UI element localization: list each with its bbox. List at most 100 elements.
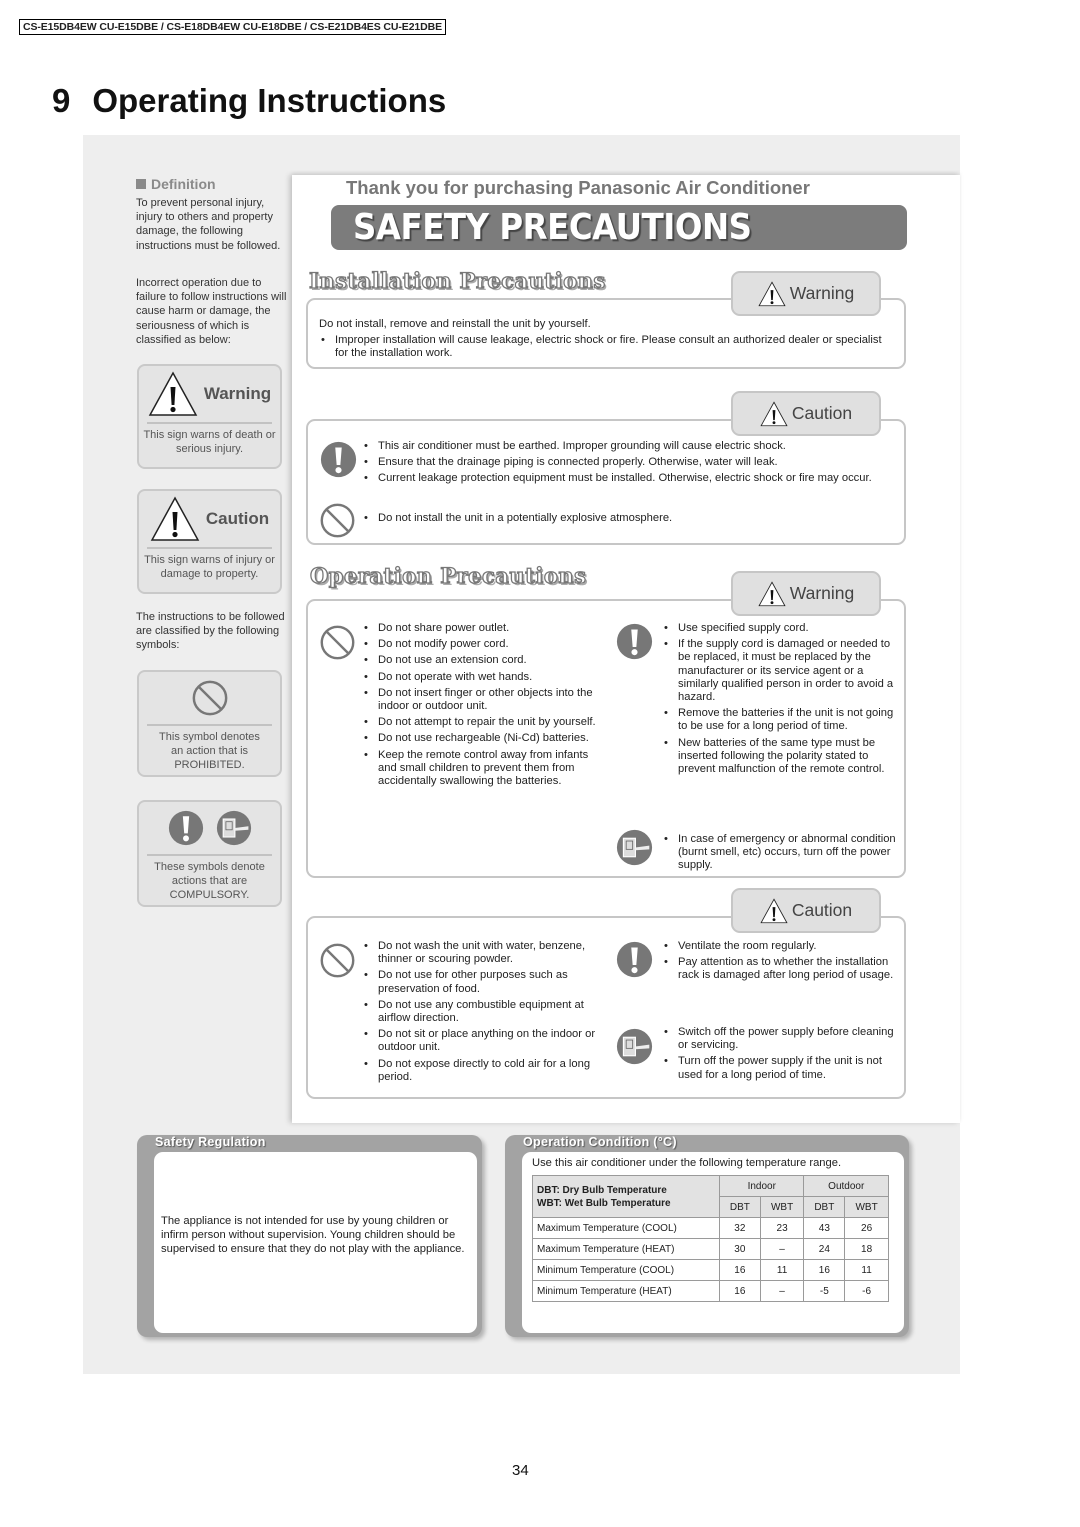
desc-line: PROHIBITED.: [174, 759, 245, 771]
compulsory-exclamation-icon: [320, 441, 357, 478]
table-legend-cell: DBT: Dry Bulb Temperature WBT: Wet Bulb …: [532, 1175, 720, 1218]
definition-heading-text: Definition: [151, 176, 216, 192]
row-label: Maximum Temperature (COOL): [532, 1217, 720, 1239]
page-title: 9 Operating Instructions: [52, 82, 446, 120]
installation-warning-tab: Warning: [731, 271, 881, 316]
cell: –: [759, 1280, 805, 1302]
table-row: Maximum Temperature (HEAT) 30 – 24 18: [532, 1238, 889, 1260]
tab-label: Caution: [791, 403, 853, 423]
desc-line: an action that is: [170, 745, 249, 757]
list-item: Do not use for other purposes such as pr…: [362, 969, 607, 995]
list-item: Do not modify power cord.: [362, 638, 607, 651]
safety-regulation-body: The appliance is not intended for use by…: [154, 1152, 477, 1333]
unplug-icon: [616, 1028, 653, 1065]
list-item: Use specified supply cord.: [662, 622, 900, 635]
cell: 16: [719, 1259, 761, 1281]
legend-warning: Warning This sign warns of death or seri…: [137, 364, 282, 469]
prohibited-icon: [319, 624, 356, 661]
symbols-intro: The instructions to be followed are clas…: [136, 611, 285, 652]
legend-wbt: WBT: Wet Bulb Temperature: [537, 1197, 671, 1209]
list-item: Ventilate the room regularly.: [662, 940, 900, 953]
caution-triangle-icon: [760, 898, 788, 924]
desc-line: COMPULSORY.: [169, 889, 250, 901]
tab-label: Warning: [789, 583, 855, 603]
compulsory-exclamation-icon: [168, 810, 204, 846]
legend-dbt: DBT: Dry Bulb Temperature: [537, 1184, 667, 1196]
list-item: Switch off the power supply before clean…: [662, 1026, 900, 1052]
list-item: This air conditioner must be earthed. Im…: [362, 440, 902, 453]
operation-condition-body: Use this air conditioner under the follo…: [522, 1152, 904, 1333]
installation-caution-tab: Caution: [731, 391, 881, 436]
section-title: Operating Instructions: [92, 82, 447, 119]
list-item: Do not use any combustible equipment at …: [362, 999, 607, 1025]
list-item: Ensure that the drainage piping is conne…: [362, 456, 902, 469]
subheader: DBT: [719, 1196, 761, 1218]
operation-warning-tab: Warning: [731, 571, 881, 616]
list-item: In case of emergency or abnormal conditi…: [662, 833, 900, 873]
cell: –: [759, 1238, 805, 1260]
tab-label: Caution: [791, 900, 853, 920]
legend-compulsory-desc: These symbols denote actions that are CO…: [139, 856, 280, 908]
list-item: Keep the remote control away from infant…: [362, 749, 607, 789]
model-header: CS-E15DB4EW CU-E15DBE / CS-E18DB4EW CU-E…: [19, 19, 447, 35]
caution-triangle-icon: [760, 401, 788, 427]
installation-caution-prohibited-list: Do not install the unit in a potentially…: [362, 512, 902, 528]
safety-banner-text: SAFETY PRECAUTIONS: [353, 207, 752, 248]
operation-warning-box: Do not share power outlet. Do not modify…: [306, 599, 906, 878]
list-item: Pay attention as to whether the installa…: [662, 956, 900, 982]
cell: 11: [844, 1259, 889, 1281]
list-item: Turn off the power supply if the unit is…: [662, 1055, 900, 1081]
caution-triangle-icon: [150, 496, 200, 542]
list-item: If the supply cord is damaged or needed …: [662, 638, 900, 704]
row-label: Maximum Temperature (HEAT): [532, 1238, 720, 1260]
unplug-icon: [616, 829, 653, 866]
installation-warning-content: Do not install, remove and reinstall the…: [319, 318, 894, 364]
header-indoor: Indoor: [718, 1175, 805, 1197]
legend-caution-label: Caution: [205, 509, 270, 528]
operation-warning-prohibited-list: Do not share power outlet. Do not modify…: [362, 622, 607, 791]
definition-heading: Definition: [136, 176, 216, 192]
list-item: Do not operate with wet hands.: [362, 671, 607, 684]
warning-triangle-icon: [758, 281, 786, 307]
list-item: Do not share power outlet.: [362, 622, 607, 635]
cell: 18: [844, 1238, 889, 1260]
legend-caution-desc: This sign warns of injury or damage to p…: [144, 554, 275, 580]
installation-warning-list: Improper installation will cause leakage…: [319, 334, 894, 360]
subheader: DBT: [803, 1196, 846, 1218]
cell: 23: [759, 1217, 805, 1239]
row-label: Minimum Temperature (HEAT): [532, 1280, 720, 1302]
list-item: Do not install the unit in a potentially…: [362, 512, 902, 525]
header-outdoor: Outdoor: [803, 1175, 889, 1197]
list-item: Current leakage protection equipment mus…: [362, 472, 902, 485]
cell: -5: [803, 1280, 846, 1302]
page-number: 34: [512, 1462, 529, 1479]
installation-caution-compulsory-list: This air conditioner must be earthed. Im…: [362, 440, 902, 489]
installation-caution-box: This air conditioner must be earthed. Im…: [306, 419, 906, 545]
tab-label: Warning: [789, 283, 855, 303]
safety-regulation-title: Safety Regulation: [155, 1135, 266, 1149]
cell: 16: [803, 1259, 846, 1281]
operation-caution-unplug-list: Switch off the power supply before clean…: [662, 1026, 900, 1085]
operation-caution-compulsory-list: Ventilate the room regularly. Pay attent…: [662, 940, 900, 986]
compulsory-exclamation-icon: [616, 941, 653, 978]
compulsory-exclamation-icon: [616, 623, 653, 660]
list-item: Improper installation will cause leakage…: [319, 334, 894, 360]
safety-regulation-text: The appliance is not intended for use by…: [161, 1215, 465, 1256]
list-item: Remove the batteries if the unit is not …: [662, 707, 900, 733]
cell: 32: [719, 1217, 761, 1239]
installation-warning-lead: Do not install, remove and reinstall the…: [319, 318, 591, 330]
prohibited-icon: [191, 679, 229, 717]
legend-warning-label: Warning: [203, 384, 272, 403]
operation-caution-prohibited-list: Do not wash the unit with water, benzene…: [362, 940, 607, 1087]
definition-para-1: To prevent personal injury, injury to ot…: [136, 197, 281, 252]
section-number: 9: [52, 82, 71, 119]
operation-caution-box: Do not wash the unit with water, benzene…: [306, 916, 906, 1099]
list-item: Do not sit or place anything on the indo…: [362, 1028, 607, 1054]
table-row: Maximum Temperature (COOL) 32 23 43 26: [532, 1217, 889, 1239]
safety-banner: SAFETY PRECAUTIONS: [331, 205, 907, 250]
list-item: Do not attempt to repair the unit by you…: [362, 716, 607, 729]
list-item: Do not use an extension cord.: [362, 654, 607, 667]
legend-warning-desc: This sign warns of death or serious inju…: [143, 429, 276, 455]
thanks-heading: Thank you for purchasing Panasonic Air C…: [346, 177, 810, 198]
warning-triangle-icon: [148, 371, 198, 417]
